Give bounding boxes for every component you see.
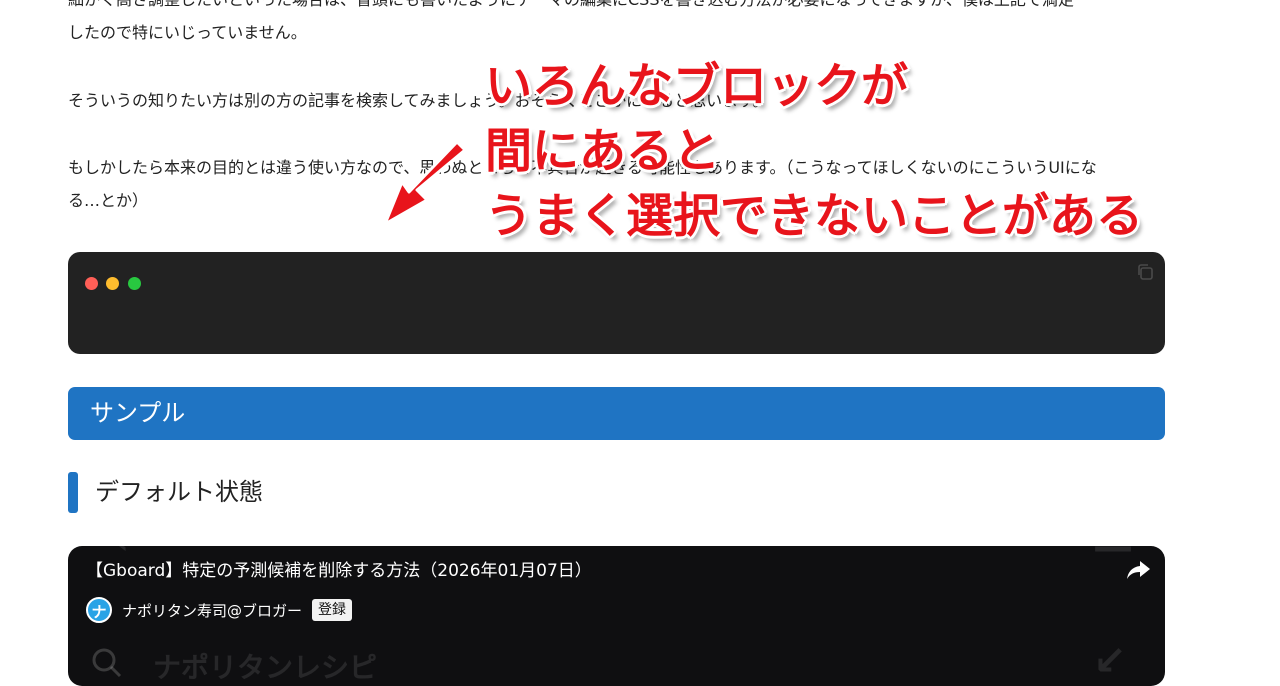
video-thumbnail-text: ナポリタンレシピ	[153, 651, 378, 684]
embedded-video-player[interactable]: ‹ — ナポリタンレシピ ↙ 【Gboard】特定の予測候補を削除する方法（20…	[68, 546, 1165, 686]
window-maximize-dot	[128, 277, 141, 290]
paragraph-line: 細かく高さ調整したいといった場合は、冒頭にも書いたようにテーマの編集にCSSを書…	[68, 0, 1168, 16]
share-icon[interactable]	[1125, 558, 1151, 582]
subsection-heading-text: デフォルト状態	[95, 478, 263, 506]
channel-info: ナ ナポリタン寿司@ブロガー 登録	[86, 597, 353, 623]
annotation-text-line3: うまく選択できないことがある	[485, 189, 1143, 244]
section-heading: サンプル	[68, 387, 1165, 440]
annotation-text-line2: 間にあると	[485, 124, 720, 179]
video-title[interactable]: 【Gboard】特定の予測候補を削除する方法（2026年01月07日）	[86, 560, 592, 582]
red-arrow-annotation	[383, 142, 467, 226]
code-block	[68, 252, 1165, 354]
subscribe-button[interactable]: 登録	[312, 599, 353, 621]
video-thumbnail-back-arrow: ‹	[116, 546, 128, 561]
window-close-dot	[85, 277, 98, 290]
heading-accent-bar	[68, 472, 78, 513]
channel-name[interactable]: ナポリタン寿司@ブロガー	[122, 600, 302, 621]
annotation-text-line1: いろんなブロックが	[485, 59, 908, 114]
paragraph-line: したので特にいじっていません。	[68, 23, 307, 42]
video-thumbnail-ghost-arrow: ↙	[1093, 638, 1127, 684]
copy-icon[interactable]	[1135, 262, 1155, 282]
video-thumbnail-search-icon	[92, 648, 122, 678]
subsection-heading: デフォルト状態	[68, 472, 668, 513]
channel-avatar[interactable]: ナ	[86, 597, 112, 623]
window-minimize-dot	[106, 277, 119, 290]
